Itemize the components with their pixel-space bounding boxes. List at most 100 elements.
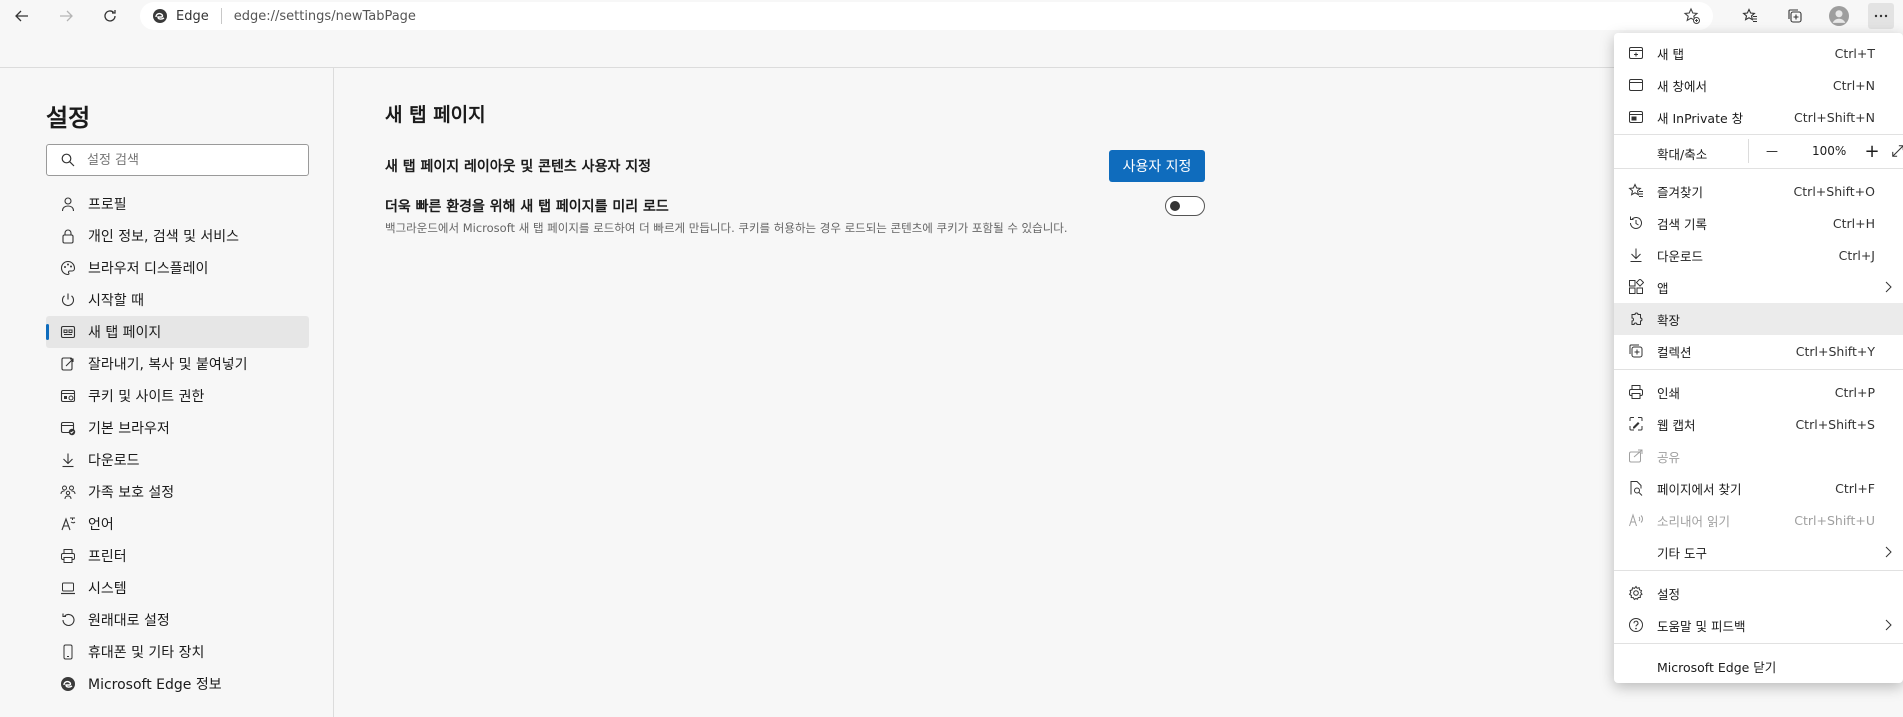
download-icon [62, 453, 74, 468]
sidebar-item-appearance[interactable]: 브라우저 디스플레이 [46, 252, 309, 284]
menu-item-new-window[interactable]: 새 창에서 Ctrl+N [1614, 69, 1903, 101]
menu-item-close-edge[interactable]: Microsoft Edge 닫기 [1614, 650, 1903, 682]
menu-item-find-on-page[interactable]: 페이지에서 찾기 Ctrl+F [1614, 472, 1903, 504]
menu-label: 기타 도구 [1657, 545, 1707, 561]
apps-icon [1629, 278, 1645, 294]
preload-toggle[interactable] [1165, 196, 1205, 216]
address-bar[interactable]: Edge edge://settings/newTabPage [140, 2, 1713, 30]
menu-item-read-aloud[interactable]: 소리내어 읽기 Ctrl+Shift+U [1614, 504, 1903, 536]
cookie-icon [60, 389, 76, 403]
settings-search[interactable] [46, 144, 309, 176]
power-icon [62, 293, 74, 307]
menu-item-more-tools[interactable]: 기타 도구 [1614, 536, 1903, 568]
menu-shortcut: Ctrl+H [1832, 215, 1875, 231]
sidebar-item-label: 휴대폰 및 기타 장치 [88, 645, 205, 661]
menu-separator [1614, 168, 1903, 169]
menu-item-collections[interactable]: 컬렉션 Ctrl+Shift+Y [1614, 335, 1903, 367]
puzzle-icon [1631, 312, 1643, 325]
menu-item-extensions[interactable]: 확장 [1614, 303, 1903, 335]
settings-title: 설정 [46, 104, 91, 132]
customize-button[interactable]: 사용자 지정 [1109, 150, 1205, 182]
menu-label: 검색 기록 [1657, 216, 1707, 232]
menu-item-share[interactable]: 공유 [1614, 440, 1903, 472]
read-aloud-icon [1629, 513, 1643, 527]
sidebar-item-printers[interactable]: 프린터 [46, 540, 309, 572]
menu-item-favorites[interactable]: 즐겨찾기 Ctrl+Shift+O [1614, 175, 1903, 207]
zoom-out-button[interactable]: — [1758, 139, 1786, 163]
menu-item-help-feedback[interactable]: 도움말 및 피드백 [1614, 609, 1903, 641]
sidebar-item-default-browser[interactable]: 기본 브라우저 [46, 412, 309, 444]
menu-item-web-capture[interactable]: 웹 캡처 Ctrl+Shift+S [1614, 408, 1903, 440]
sidebar-item-about-edge[interactable]: Microsoft Edge 정보 [46, 668, 309, 700]
printer-icon [61, 549, 75, 563]
help-icon [1629, 618, 1643, 632]
sidebar-item-profile[interactable]: 프로필 [46, 188, 309, 220]
sidebar-item-label: 개인 정보, 검색 및 서비스 [88, 229, 240, 245]
sidebar-item-new-tab-page[interactable]: 새 탭 페이지 [46, 316, 309, 348]
favorites-button[interactable] [1737, 3, 1763, 29]
menu-label: 새 탭 [1657, 46, 1684, 62]
menu-item-new-tab[interactable]: 새 탭 Ctrl+T [1614, 37, 1903, 69]
refresh-button[interactable] [97, 3, 123, 29]
collections-button[interactable] [1782, 3, 1808, 29]
menu-label: 새 InPrivate 창 [1657, 110, 1744, 126]
sidebar-item-share-copy-paste[interactable]: 잘라내기, 복사 및 붙여넣기 [46, 348, 309, 380]
search-input[interactable] [87, 152, 287, 168]
customize-label: 새 탭 페이지 레이아웃 및 콘텐츠 사용자 지정 [385, 159, 651, 175]
sidebar-item-languages[interactable]: 언어 [46, 508, 309, 540]
settings-content: 새 탭 페이지 새 탭 페이지 레이아웃 및 콘텐츠 사용자 지정 사용자 지정… [385, 100, 1205, 235]
menu-label: 페이지에서 찾기 [1657, 481, 1742, 497]
sidebar-item-label: Microsoft Edge 정보 [88, 677, 222, 693]
lock-icon [62, 229, 74, 244]
sidebar-item-system[interactable]: 시스템 [46, 572, 309, 604]
sidebar-item-reset-settings[interactable]: 원래대로 설정 [46, 604, 309, 636]
refresh-icon [104, 10, 116, 22]
menu-label: 설정 [1657, 586, 1681, 602]
menu-label: 컬렉션 [1657, 344, 1692, 360]
preload-label: 더욱 빠른 환경을 위해 새 탭 페이지를 미리 로드 [385, 199, 669, 215]
plus-icon: + [1864, 140, 1880, 162]
settings-nav: 프로필 개인 정보, 검색 및 서비스 브라우저 디스플레이 시작할 때 새 탭… [46, 188, 309, 700]
menu-item-settings[interactable]: 설정 [1614, 577, 1903, 609]
sidebar-item-on-startup[interactable]: 시작할 때 [46, 284, 309, 316]
menu-separator [1614, 570, 1903, 571]
menu-zoom-row: 확대/축소 — 100% + [1614, 135, 1903, 167]
browser-toolbar: Edge edge://settings/newTabPage [0, 0, 1903, 32]
page-title: 새 탭 페이지 [385, 104, 486, 126]
menu-shortcut: Ctrl+P [1834, 384, 1875, 400]
sidebar-item-downloads[interactable]: 다운로드 [46, 444, 309, 476]
forward-button[interactable] [53, 3, 79, 29]
phone-icon [63, 644, 73, 660]
zoom-in-button[interactable]: + [1858, 139, 1886, 163]
address-separator [220, 8, 222, 24]
settings-and-more-button[interactable] [1868, 3, 1894, 29]
menu-separator [1614, 369, 1903, 370]
url-text[interactable]: edge://settings/newTabPage [234, 9, 416, 24]
zoom-separator [1748, 139, 1749, 163]
menu-separator [1614, 643, 1903, 644]
sidebar-item-label: 프로필 [88, 197, 127, 213]
sidebar-item-phone-devices[interactable]: 휴대폰 및 기타 장치 [46, 636, 309, 668]
sidebar-item-privacy[interactable]: 개인 정보, 검색 및 서비스 [46, 220, 309, 252]
menu-shortcut: Ctrl+Shift+O [1793, 183, 1875, 199]
more-dots-icon [1874, 14, 1888, 18]
edge-logo-icon [61, 677, 75, 691]
customize-row: 새 탭 페이지 레이아웃 및 콘텐츠 사용자 지정 사용자 지정 [385, 150, 1205, 182]
menu-item-new-inprivate-window[interactable]: 새 InPrivate 창 Ctrl+Shift+N [1614, 101, 1903, 133]
back-button[interactable] [9, 3, 35, 29]
menu-item-apps[interactable]: 앱 [1614, 271, 1903, 303]
add-favorite-icon[interactable] [1683, 7, 1701, 25]
menu-item-history[interactable]: 검색 기록 Ctrl+H [1614, 207, 1903, 239]
settings-sidebar: 설정 프로필 개인 정보, 검색 및 서비스 브라우저 디스플레이 시작할 때 … [0, 68, 334, 717]
menu-item-print[interactable]: 인쇄 Ctrl+P [1614, 376, 1903, 408]
profile-button[interactable] [1826, 3, 1852, 29]
sidebar-item-label: 시스템 [88, 581, 127, 597]
menu-label: 다운로드 [1657, 248, 1704, 264]
sidebar-item-family-safety[interactable]: 가족 보호 설정 [46, 476, 309, 508]
fullscreen-icon [1892, 145, 1903, 157]
sidebar-item-label: 언어 [88, 517, 114, 533]
download-icon [1630, 248, 1642, 262]
sidebar-item-cookies-permissions[interactable]: 쿠키 및 사이트 권한 [46, 380, 309, 412]
menu-item-downloads[interactable]: 다운로드 Ctrl+J [1614, 239, 1903, 271]
fullscreen-button[interactable] [1888, 139, 1903, 163]
